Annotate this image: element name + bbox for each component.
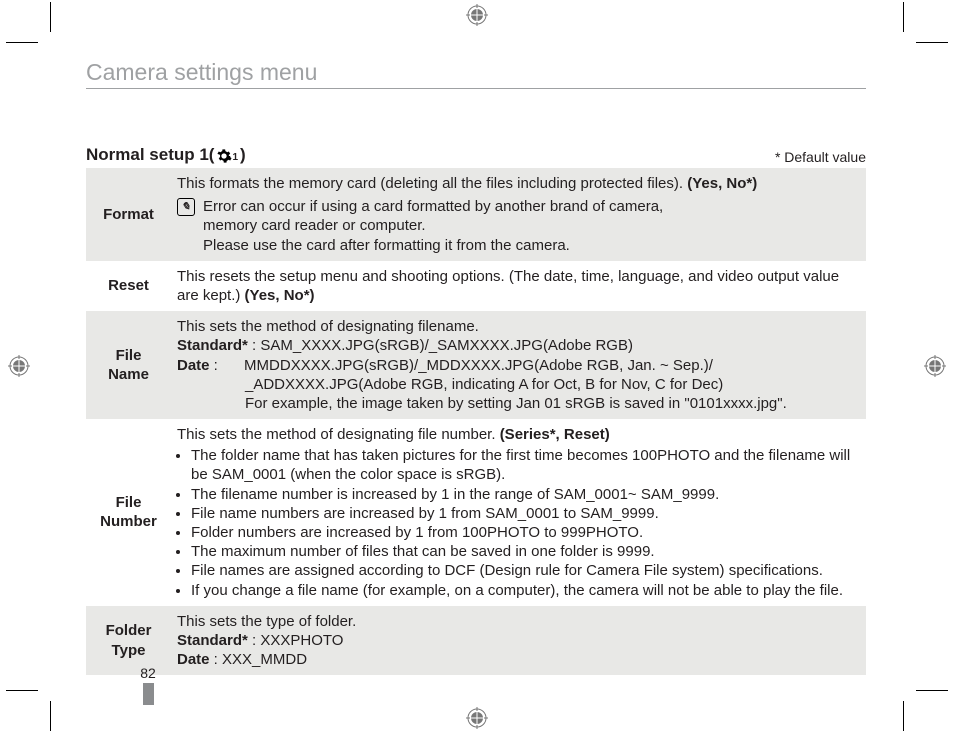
registration-mark-icon bbox=[466, 4, 488, 26]
page-number-area: 82 bbox=[133, 665, 163, 705]
format-note-l2: memory card reader or computer. bbox=[203, 216, 663, 235]
note-icon: ✎ bbox=[177, 198, 195, 216]
label-reset: Reset bbox=[86, 261, 171, 311]
filename-date-l3: For example, the image taken by setting … bbox=[177, 394, 860, 413]
filenumber-bullets: The folder name that has taken pictures … bbox=[177, 446, 860, 600]
label-filenumber: File Number bbox=[86, 419, 171, 606]
bullet: The maximum number of files that can be … bbox=[191, 542, 860, 561]
foldertype-standard-val: : XXXPHOTO bbox=[248, 632, 344, 649]
section-header-row: Normal setup 1( 1 ) * Default value bbox=[86, 145, 866, 165]
filename-date-l1: MDDXXXX.JPG(sRGB)/_MDDXXXX.JPG(Adobe RGB… bbox=[257, 357, 713, 374]
foldertype-date-label: Date bbox=[177, 651, 210, 668]
label-filename: File Name bbox=[86, 311, 171, 419]
label-format: Format bbox=[86, 168, 171, 261]
bullet: File name numbers are increased by 1 fro… bbox=[191, 504, 860, 523]
foldertype-l1: This sets the type of folder. bbox=[177, 612, 860, 631]
reset-options: (Yes, No*) bbox=[245, 287, 315, 304]
format-note-l1: Error can occur if using a card formatte… bbox=[203, 197, 663, 216]
page-number: 82 bbox=[133, 665, 163, 681]
filenumber-l1: This sets the method of designating file… bbox=[177, 426, 500, 443]
filename-standard-label: Standard* bbox=[177, 337, 248, 354]
filename-date-label: Date bbox=[177, 357, 210, 374]
page-tab-icon bbox=[143, 683, 154, 705]
format-text: This formats the memory card (deleting a… bbox=[177, 175, 687, 192]
section-title-suffix: ) bbox=[240, 145, 246, 165]
section-title-prefix: Normal setup 1( bbox=[86, 145, 214, 165]
registration-mark-icon bbox=[466, 707, 488, 729]
format-note-l3: Please use the card after formatting it … bbox=[203, 236, 663, 255]
row-foldertype: Folder Type This sets the type of folder… bbox=[86, 606, 866, 676]
format-note: Error can occur if using a card formatte… bbox=[203, 197, 663, 255]
settings-table: Format This formats the memory card (del… bbox=[86, 168, 866, 675]
bullet: File names are assigned according to DCF… bbox=[191, 561, 860, 580]
bullet: If you change a file name (for example, … bbox=[191, 581, 860, 600]
registration-mark-icon bbox=[8, 355, 30, 377]
cell-format: This formats the memory card (deleting a… bbox=[171, 168, 866, 261]
row-filenumber: File Number This sets the method of desi… bbox=[86, 419, 866, 606]
filename-date-l2: _ADDXXXX.JPG(Adobe RGB, indicating A for… bbox=[177, 375, 860, 394]
row-filename: File Name This sets the method of design… bbox=[86, 311, 866, 419]
section-title: Normal setup 1( 1 ) bbox=[86, 145, 246, 165]
filenumber-options: (Series*, Reset) bbox=[500, 426, 610, 443]
format-options: (Yes, No*) bbox=[687, 175, 757, 192]
bullet: Folder numbers are increased by 1 from 1… bbox=[191, 523, 860, 542]
registration-mark-icon bbox=[924, 355, 946, 377]
page-title: Camera settings menu bbox=[86, 59, 866, 89]
bullet: The filename number is increased by 1 in… bbox=[191, 485, 860, 504]
cell-filenumber: This sets the method of designating file… bbox=[171, 419, 866, 606]
foldertype-date-val: : XXX_MMDD bbox=[210, 651, 308, 668]
cell-reset: This resets the setup menu and shooting … bbox=[171, 261, 866, 311]
row-reset: Reset This resets the setup menu and sho… bbox=[86, 261, 866, 311]
filename-standard-text: : SAM_XXXX.JPG(sRGB)/_SAMXXXX.JPG(Adobe … bbox=[248, 337, 633, 354]
section-subscript: 1 bbox=[232, 152, 238, 163]
gear-icon bbox=[216, 148, 232, 164]
cell-foldertype: This sets the type of folder. Standard* … bbox=[171, 606, 866, 676]
bullet: The folder name that has taken pictures … bbox=[191, 446, 860, 484]
foldertype-standard-label: Standard* bbox=[177, 632, 248, 649]
default-value-note: * Default value bbox=[775, 149, 866, 165]
cell-filename: This sets the method of designating file… bbox=[171, 311, 866, 419]
page-content: Camera settings menu Normal setup 1( 1 )… bbox=[86, 59, 866, 675]
row-format: Format This formats the memory card (del… bbox=[86, 168, 866, 261]
filename-l1: This sets the method of designating file… bbox=[177, 317, 860, 336]
